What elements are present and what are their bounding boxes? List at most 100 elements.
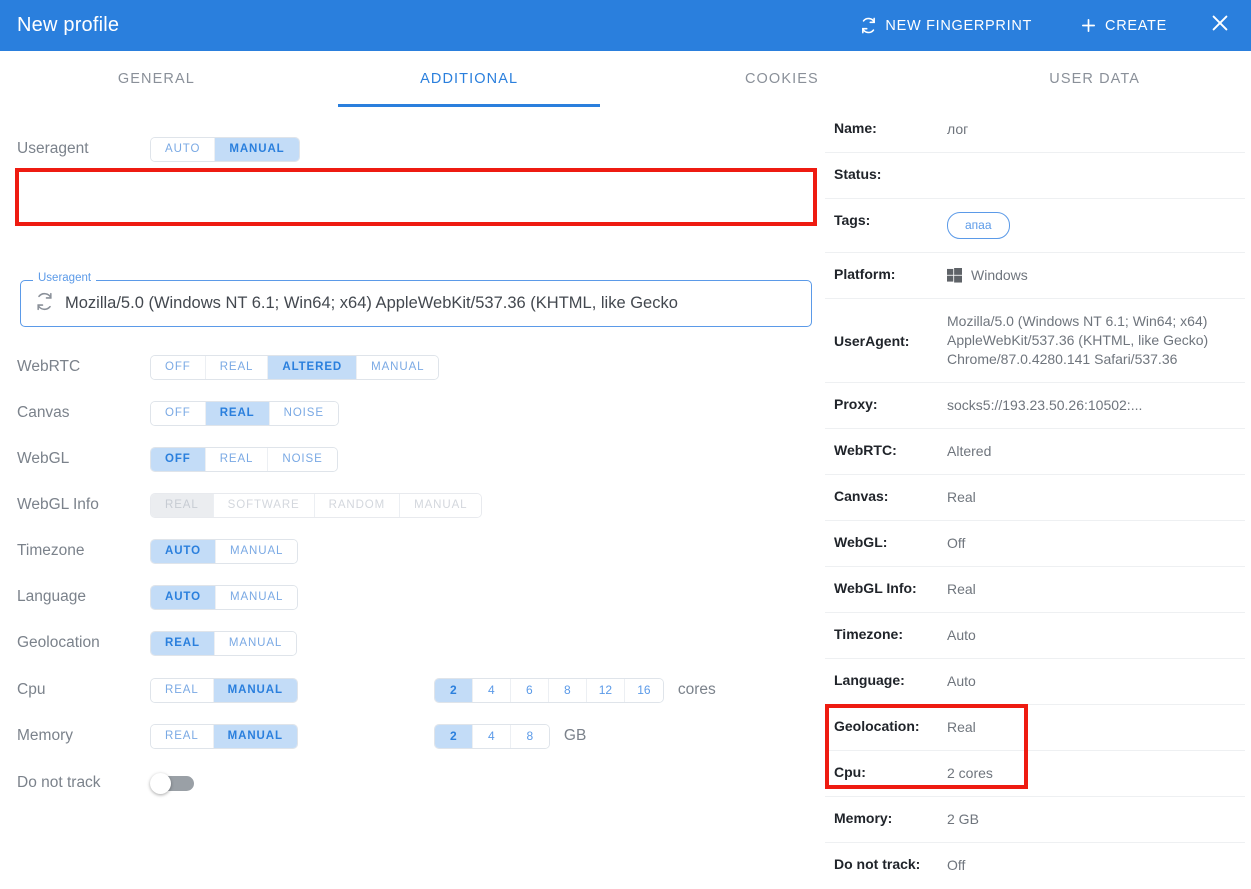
summary-row-language: Language: Auto bbox=[825, 659, 1245, 705]
tab-additional[interactable]: ADDITIONAL bbox=[313, 51, 626, 107]
cpu-cores-12[interactable]: 12 bbox=[586, 678, 625, 702]
tab-general[interactable]: GENERAL bbox=[0, 51, 313, 107]
label-timezone: Timezone bbox=[17, 542, 85, 559]
summary-row-canvas: Canvas: Real bbox=[825, 475, 1245, 521]
cpu-cores-8[interactable]: 8 bbox=[548, 678, 587, 702]
new-fingerprint-button[interactable]: NEW FINGERPRINT bbox=[850, 17, 1042, 34]
cpu-cores-4[interactable]: 4 bbox=[472, 678, 511, 702]
summary-key: Platform: bbox=[834, 266, 896, 282]
cpu-cores-selector[interactable]: 2 4 6 8 12 16 bbox=[433, 677, 664, 703]
webrtc-toggle[interactable]: OFF REAL ALTERED MANUAL bbox=[150, 354, 440, 380]
cpu-option-real[interactable]: REAL bbox=[151, 678, 214, 702]
memory-size-4[interactable]: 4 bbox=[472, 724, 511, 748]
window-titlebar: New profile NEW FINGERPRINT CREATE bbox=[0, 0, 1251, 51]
tab-user-data[interactable]: USER DATA bbox=[938, 51, 1251, 107]
webrtc-option-manual[interactable]: MANUAL bbox=[357, 355, 439, 379]
row-geolocation: Geolocation REAL MANUAL bbox=[0, 620, 822, 666]
webgl-option-real[interactable]: REAL bbox=[205, 447, 269, 471]
webgl-info-option-real: REAL bbox=[151, 493, 214, 517]
memory-option-manual[interactable]: MANUAL bbox=[213, 724, 297, 748]
summary-row-timezone: Timezone: Auto bbox=[825, 613, 1245, 659]
close-icon bbox=[1209, 12, 1231, 39]
refresh-icon bbox=[860, 17, 877, 34]
summary-row-useragent: UserAgent: Mozilla/5.0 (Windows NT 6.1; … bbox=[825, 299, 1245, 383]
switch-knob bbox=[150, 773, 171, 794]
summary-value: Off bbox=[947, 535, 966, 551]
webrtc-option-real[interactable]: REAL bbox=[205, 355, 269, 379]
summary-row-name: Name: лог bbox=[825, 107, 1245, 153]
cpu-cores-16[interactable]: 16 bbox=[624, 678, 663, 702]
webgl-option-off[interactable]: OFF bbox=[151, 447, 206, 471]
summary-key: Do not track: bbox=[834, 856, 921, 872]
cpu-cores-6[interactable]: 6 bbox=[510, 678, 549, 702]
geolocation-option-real[interactable]: REAL bbox=[151, 631, 215, 655]
summary-key: Memory: bbox=[834, 810, 893, 826]
webgl-info-option-random: RANDOM bbox=[314, 493, 401, 517]
summary-value: Off bbox=[947, 857, 966, 873]
timezone-option-manual[interactable]: MANUAL bbox=[215, 539, 298, 563]
label-cpu: Cpu bbox=[17, 681, 46, 698]
canvas-option-real[interactable]: REAL bbox=[205, 401, 270, 425]
tab-cookies[interactable]: COOKIES bbox=[626, 51, 939, 107]
useragent-input-field[interactable]: Useragent Mozilla/5.0 (Windows NT 6.1; W… bbox=[20, 272, 812, 327]
refresh-icon[interactable] bbox=[35, 292, 54, 316]
canvas-toggle[interactable]: OFF REAL NOISE bbox=[150, 400, 339, 426]
settings-panel: Useragent AUTO MANUAL WebRTC OFF REAL AL… bbox=[0, 107, 822, 811]
cpu-mode-toggle[interactable]: REAL MANUAL bbox=[150, 677, 298, 703]
language-option-auto[interactable]: AUTO bbox=[151, 585, 216, 609]
summary-value: Auto bbox=[947, 627, 976, 643]
summary-row-proxy: Proxy: socks5://193.23.50.26:10502:... bbox=[825, 383, 1245, 429]
useragent-option-auto[interactable]: AUTO bbox=[151, 137, 216, 161]
memory-size-selector[interactable]: 2 4 8 bbox=[433, 723, 550, 749]
useragent-mode-toggle[interactable]: AUTO MANUAL bbox=[150, 136, 300, 162]
webgl-option-noise[interactable]: NOISE bbox=[268, 447, 337, 471]
summary-row-geolocation: Geolocation: Real bbox=[825, 705, 1245, 751]
language-option-manual[interactable]: MANUAL bbox=[215, 585, 298, 609]
webgl-info-option-software: SOFTWARE bbox=[213, 493, 315, 517]
canvas-option-noise[interactable]: NOISE bbox=[269, 401, 338, 425]
summary-row-memory: Memory: 2 GB bbox=[825, 797, 1245, 843]
summary-value: лог bbox=[947, 121, 969, 137]
useragent-option-manual[interactable]: MANUAL bbox=[215, 137, 299, 161]
cpu-option-manual[interactable]: MANUAL bbox=[213, 678, 297, 702]
geolocation-toggle[interactable]: REAL MANUAL bbox=[150, 630, 298, 656]
memory-size-2[interactable]: 2 bbox=[434, 724, 473, 748]
memory-option-real[interactable]: REAL bbox=[151, 724, 214, 748]
row-webrtc: WebRTC OFF REAL ALTERED MANUAL bbox=[0, 344, 822, 390]
timezone-option-auto[interactable]: AUTO bbox=[151, 539, 216, 563]
memory-size-8[interactable]: 8 bbox=[510, 724, 549, 748]
label-language: Language bbox=[17, 588, 86, 605]
row-timezone: Timezone AUTO MANUAL bbox=[0, 528, 822, 574]
cpu-cores-2[interactable]: 2 bbox=[434, 678, 473, 702]
windows-logo-icon bbox=[947, 268, 962, 283]
do-not-track-switch[interactable] bbox=[150, 773, 196, 794]
row-cpu: Cpu REAL MANUAL 2 4 6 8 12 16 cores bbox=[0, 667, 822, 713]
summary-value: socks5://193.23.50.26:10502:... bbox=[947, 397, 1143, 413]
language-toggle[interactable]: AUTO MANUAL bbox=[150, 584, 299, 610]
row-useragent: Useragent AUTO MANUAL bbox=[0, 126, 822, 172]
row-webgl-info: WebGL Info REAL SOFTWARE RANDOM MANUAL bbox=[0, 482, 822, 528]
canvas-option-off[interactable]: OFF bbox=[151, 401, 206, 425]
summary-row-status: Status: bbox=[825, 153, 1245, 199]
create-button[interactable]: CREATE bbox=[1070, 17, 1177, 34]
useragent-input-inner: Mozilla/5.0 (Windows NT 6.1; Win64; x64)… bbox=[35, 281, 801, 326]
webrtc-option-altered[interactable]: ALTERED bbox=[268, 355, 358, 379]
webgl-toggle[interactable]: OFF REAL NOISE bbox=[150, 446, 338, 472]
memory-mode-toggle[interactable]: REAL MANUAL bbox=[150, 723, 298, 749]
summary-key: Canvas: bbox=[834, 488, 889, 504]
platform-label: Windows bbox=[971, 267, 1028, 283]
label-webrtc: WebRTC bbox=[17, 358, 81, 375]
geolocation-option-manual[interactable]: MANUAL bbox=[214, 631, 297, 655]
tag-chip[interactable]: апаа bbox=[947, 212, 1010, 239]
summary-value: Mozilla/5.0 (Windows NT 6.1; Win64; x64)… bbox=[947, 313, 1209, 367]
summary-key: Cpu: bbox=[834, 764, 866, 780]
summary-key: Name: bbox=[834, 120, 877, 136]
label-do-not-track: Do not track bbox=[17, 774, 101, 791]
timezone-toggle[interactable]: AUTO MANUAL bbox=[150, 538, 299, 564]
summary-row-webrtc: WebRTC: Altered bbox=[825, 429, 1245, 475]
row-language: Language AUTO MANUAL bbox=[0, 574, 822, 620]
summary-row-cpu: Cpu: 2 cores bbox=[825, 751, 1245, 797]
summary-key: UserAgent: bbox=[834, 332, 910, 349]
close-button[interactable] bbox=[1207, 13, 1233, 39]
webrtc-option-off[interactable]: OFF bbox=[151, 355, 206, 379]
